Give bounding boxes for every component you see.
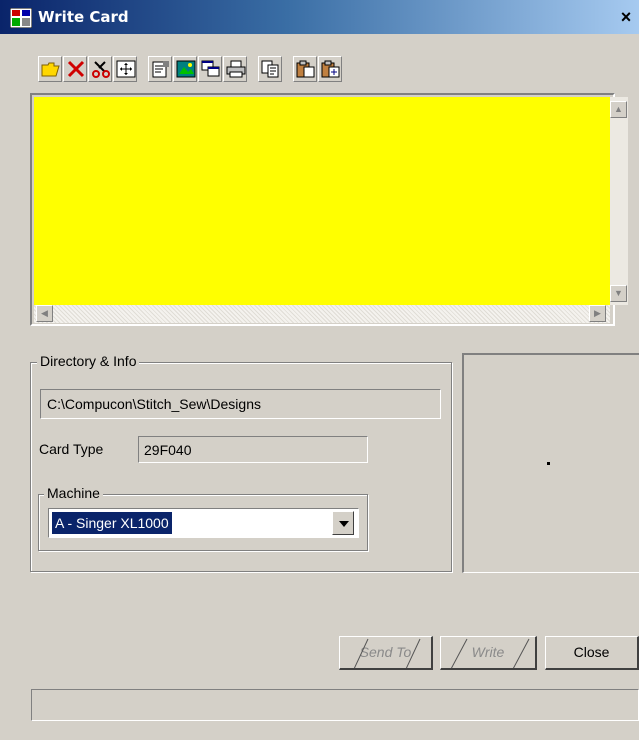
send-to-button[interactable]: Send To <box>339 636 433 670</box>
copy-button[interactable] <box>258 56 282 82</box>
picture-button[interactable] <box>173 56 197 82</box>
open-folder-button[interactable] <box>38 56 62 82</box>
cut-icon <box>92 61 110 78</box>
move-button[interactable] <box>113 56 137 82</box>
card-type-field: 29F040 <box>138 436 368 463</box>
status-bar <box>31 689 639 721</box>
print-button[interactable] <box>223 56 247 82</box>
open-folder-icon <box>41 62 60 77</box>
cut-button[interactable] <box>88 56 112 82</box>
directory-path-field: C:\Compucon\Stitch_Sew\Designs <box>40 389 441 419</box>
disabled-hatch-icon <box>353 638 421 668</box>
thumbnail-panel <box>462 353 639 573</box>
picture-icon <box>176 60 196 78</box>
windows-button[interactable] <box>198 56 222 82</box>
paste-icon <box>296 60 315 78</box>
dropdown-arrow-icon[interactable] <box>332 511 354 535</box>
copy-icon <box>261 60 279 78</box>
app-icon <box>9 7 33 29</box>
paste-special-button[interactable] <box>318 56 342 82</box>
paste-button[interactable] <box>293 56 317 82</box>
properties-icon <box>152 61 169 78</box>
scroll-up-arrow-icon[interactable]: ▲ <box>610 101 627 118</box>
window-title: Write Card <box>38 8 129 26</box>
card-type-label: Card Type <box>39 441 104 457</box>
print-icon <box>226 60 246 78</box>
windows-icon <box>201 60 220 77</box>
directory-info-legend: Directory & Info <box>37 353 140 369</box>
close-button[interactable]: Close <box>545 636 639 670</box>
properties-button[interactable] <box>148 56 172 82</box>
disabled-hatch-icon <box>450 638 530 668</box>
scroll-down-arrow-icon[interactable]: ▼ <box>610 285 627 302</box>
write-button[interactable]: Write <box>440 636 537 670</box>
scroll-right-arrow-icon[interactable]: ▶ <box>589 305 606 322</box>
close-window-button[interactable]: × <box>616 6 636 28</box>
scroll-left-arrow-icon[interactable]: ◀ <box>36 305 53 322</box>
machine-selected-value[interactable]: A - Singer XL1000 <box>52 512 172 534</box>
move-icon <box>116 60 136 78</box>
paste-special-icon <box>321 60 340 78</box>
thumbnail-dot <box>547 462 550 465</box>
machine-legend: Machine <box>44 485 103 501</box>
horizontal-scrollbar[interactable]: ◀ ▶ <box>34 305 610 323</box>
design-preview-canvas[interactable] <box>34 97 610 305</box>
vertical-scrollbar[interactable]: ▲ ▼ <box>610 97 628 305</box>
delete-icon <box>67 60 85 78</box>
delete-button[interactable] <box>63 56 87 82</box>
